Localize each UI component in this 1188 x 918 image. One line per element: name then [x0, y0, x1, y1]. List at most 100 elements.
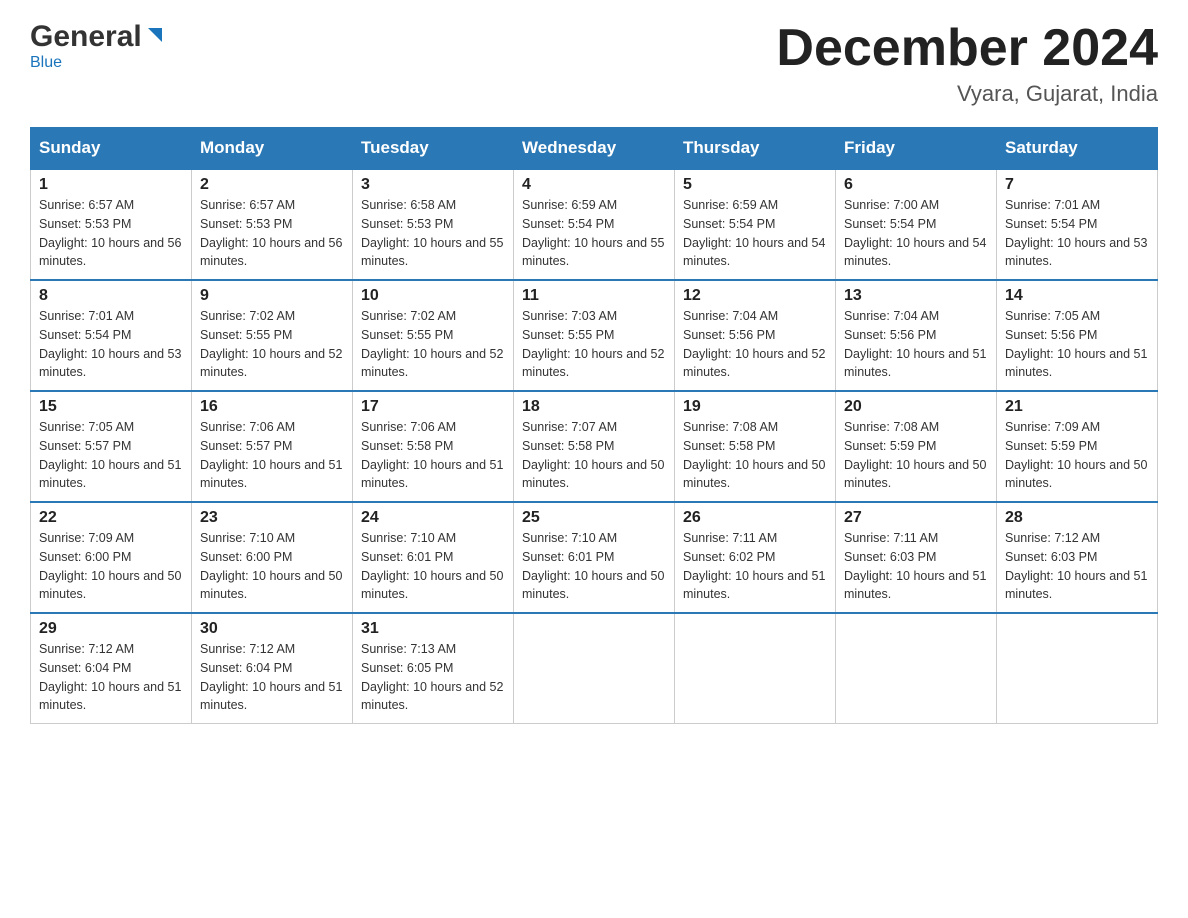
header-saturday: Saturday: [997, 128, 1158, 170]
calendar-cell: 6 Sunrise: 7:00 AMSunset: 5:54 PMDayligh…: [836, 169, 997, 280]
day-info: Sunrise: 7:02 AMSunset: 5:55 PMDaylight:…: [361, 307, 505, 382]
day-info: Sunrise: 7:04 AMSunset: 5:56 PMDaylight:…: [683, 307, 827, 382]
calendar-cell: 11 Sunrise: 7:03 AMSunset: 5:55 PMDaylig…: [514, 280, 675, 391]
calendar-cell: 17 Sunrise: 7:06 AMSunset: 5:58 PMDaylig…: [353, 391, 514, 502]
day-number: 14: [1005, 287, 1149, 305]
day-info: Sunrise: 7:04 AMSunset: 5:56 PMDaylight:…: [844, 307, 988, 382]
day-info: Sunrise: 7:12 AMSunset: 6:03 PMDaylight:…: [1005, 529, 1149, 604]
calendar-cell: 15 Sunrise: 7:05 AMSunset: 5:57 PMDaylig…: [31, 391, 192, 502]
logo-blue-text: Blue: [30, 54, 62, 71]
day-info: Sunrise: 7:07 AMSunset: 5:58 PMDaylight:…: [522, 418, 666, 493]
calendar-cell: 23 Sunrise: 7:10 AMSunset: 6:00 PMDaylig…: [192, 502, 353, 613]
calendar-cell: 20 Sunrise: 7:08 AMSunset: 5:59 PMDaylig…: [836, 391, 997, 502]
day-info: Sunrise: 6:57 AMSunset: 5:53 PMDaylight:…: [200, 196, 344, 271]
calendar-cell: 25 Sunrise: 7:10 AMSunset: 6:01 PMDaylig…: [514, 502, 675, 613]
day-number: 6: [844, 176, 988, 194]
day-info: Sunrise: 7:11 AMSunset: 6:02 PMDaylight:…: [683, 529, 827, 604]
day-number: 10: [361, 287, 505, 305]
calendar-cell: 8 Sunrise: 7:01 AMSunset: 5:54 PMDayligh…: [31, 280, 192, 391]
day-number: 20: [844, 398, 988, 416]
day-info: Sunrise: 7:13 AMSunset: 6:05 PMDaylight:…: [361, 640, 505, 715]
day-info: Sunrise: 7:06 AMSunset: 5:57 PMDaylight:…: [200, 418, 344, 493]
day-info: Sunrise: 7:01 AMSunset: 5:54 PMDaylight:…: [1005, 196, 1149, 271]
day-number: 15: [39, 398, 183, 416]
day-info: Sunrise: 7:06 AMSunset: 5:58 PMDaylight:…: [361, 418, 505, 493]
day-number: 3: [361, 176, 505, 194]
day-info: Sunrise: 7:10 AMSunset: 6:00 PMDaylight:…: [200, 529, 344, 604]
weekday-header-row: Sunday Monday Tuesday Wednesday Thursday…: [31, 128, 1158, 170]
header-friday: Friday: [836, 128, 997, 170]
calendar-cell: 10 Sunrise: 7:02 AMSunset: 5:55 PMDaylig…: [353, 280, 514, 391]
day-number: 5: [683, 176, 827, 194]
day-info: Sunrise: 7:08 AMSunset: 5:58 PMDaylight:…: [683, 418, 827, 493]
calendar-cell: 16 Sunrise: 7:06 AMSunset: 5:57 PMDaylig…: [192, 391, 353, 502]
day-number: 2: [200, 176, 344, 194]
header-monday: Monday: [192, 128, 353, 170]
calendar-cell: [675, 613, 836, 724]
page-header: General Blue December 2024 Vyara, Gujara…: [30, 20, 1158, 107]
logo-arrow-icon: [144, 20, 166, 54]
day-number: 25: [522, 509, 666, 527]
day-info: Sunrise: 7:10 AMSunset: 6:01 PMDaylight:…: [522, 529, 666, 604]
calendar-cell: 31 Sunrise: 7:13 AMSunset: 6:05 PMDaylig…: [353, 613, 514, 724]
week-row-5: 29 Sunrise: 7:12 AMSunset: 6:04 PMDaylig…: [31, 613, 1158, 724]
calendar-cell: 21 Sunrise: 7:09 AMSunset: 5:59 PMDaylig…: [997, 391, 1158, 502]
calendar-cell: 30 Sunrise: 7:12 AMSunset: 6:04 PMDaylig…: [192, 613, 353, 724]
calendar-cell: 14 Sunrise: 7:05 AMSunset: 5:56 PMDaylig…: [997, 280, 1158, 391]
day-info: Sunrise: 7:12 AMSunset: 6:04 PMDaylight:…: [39, 640, 183, 715]
calendar-cell: 13 Sunrise: 7:04 AMSunset: 5:56 PMDaylig…: [836, 280, 997, 391]
week-row-2: 8 Sunrise: 7:01 AMSunset: 5:54 PMDayligh…: [31, 280, 1158, 391]
day-info: Sunrise: 6:59 AMSunset: 5:54 PMDaylight:…: [683, 196, 827, 271]
calendar-cell: 9 Sunrise: 7:02 AMSunset: 5:55 PMDayligh…: [192, 280, 353, 391]
calendar-cell: [997, 613, 1158, 724]
day-number: 31: [361, 620, 505, 638]
location-text: Vyara, Gujarat, India: [776, 81, 1158, 107]
day-info: Sunrise: 7:11 AMSunset: 6:03 PMDaylight:…: [844, 529, 988, 604]
day-number: 28: [1005, 509, 1149, 527]
day-number: 8: [39, 287, 183, 305]
calendar-cell: [836, 613, 997, 724]
calendar-cell: 4 Sunrise: 6:59 AMSunset: 5:54 PMDayligh…: [514, 169, 675, 280]
calendar-cell: [514, 613, 675, 724]
day-number: 12: [683, 287, 827, 305]
day-number: 23: [200, 509, 344, 527]
day-number: 22: [39, 509, 183, 527]
day-number: 11: [522, 287, 666, 305]
day-number: 27: [844, 509, 988, 527]
day-number: 21: [1005, 398, 1149, 416]
day-info: Sunrise: 7:00 AMSunset: 5:54 PMDaylight:…: [844, 196, 988, 271]
week-row-4: 22 Sunrise: 7:09 AMSunset: 6:00 PMDaylig…: [31, 502, 1158, 613]
day-info: Sunrise: 7:12 AMSunset: 6:04 PMDaylight:…: [200, 640, 344, 715]
header-wednesday: Wednesday: [514, 128, 675, 170]
day-info: Sunrise: 6:57 AMSunset: 5:53 PMDaylight:…: [39, 196, 183, 271]
day-info: Sunrise: 7:01 AMSunset: 5:54 PMDaylight:…: [39, 307, 183, 382]
calendar-cell: 1 Sunrise: 6:57 AMSunset: 5:53 PMDayligh…: [31, 169, 192, 280]
calendar-cell: 19 Sunrise: 7:08 AMSunset: 5:58 PMDaylig…: [675, 391, 836, 502]
day-info: Sunrise: 7:09 AMSunset: 5:59 PMDaylight:…: [1005, 418, 1149, 493]
header-tuesday: Tuesday: [353, 128, 514, 170]
day-info: Sunrise: 7:05 AMSunset: 5:56 PMDaylight:…: [1005, 307, 1149, 382]
calendar-cell: 2 Sunrise: 6:57 AMSunset: 5:53 PMDayligh…: [192, 169, 353, 280]
day-info: Sunrise: 6:59 AMSunset: 5:54 PMDaylight:…: [522, 196, 666, 271]
header-title-block: December 2024 Vyara, Gujarat, India: [776, 20, 1158, 107]
calendar-cell: 28 Sunrise: 7:12 AMSunset: 6:03 PMDaylig…: [997, 502, 1158, 613]
day-number: 9: [200, 287, 344, 305]
day-info: Sunrise: 7:09 AMSunset: 6:00 PMDaylight:…: [39, 529, 183, 604]
calendar-cell: 18 Sunrise: 7:07 AMSunset: 5:58 PMDaylig…: [514, 391, 675, 502]
day-number: 26: [683, 509, 827, 527]
day-number: 29: [39, 620, 183, 638]
calendar-cell: 22 Sunrise: 7:09 AMSunset: 6:00 PMDaylig…: [31, 502, 192, 613]
day-info: Sunrise: 6:58 AMSunset: 5:53 PMDaylight:…: [361, 196, 505, 271]
day-info: Sunrise: 7:05 AMSunset: 5:57 PMDaylight:…: [39, 418, 183, 493]
week-row-3: 15 Sunrise: 7:05 AMSunset: 5:57 PMDaylig…: [31, 391, 1158, 502]
day-number: 1: [39, 176, 183, 194]
day-info: Sunrise: 7:02 AMSunset: 5:55 PMDaylight:…: [200, 307, 344, 382]
calendar-table: Sunday Monday Tuesday Wednesday Thursday…: [30, 127, 1158, 724]
week-row-1: 1 Sunrise: 6:57 AMSunset: 5:53 PMDayligh…: [31, 169, 1158, 280]
day-number: 19: [683, 398, 827, 416]
day-info: Sunrise: 7:08 AMSunset: 5:59 PMDaylight:…: [844, 418, 988, 493]
header-sunday: Sunday: [31, 128, 192, 170]
calendar-cell: 12 Sunrise: 7:04 AMSunset: 5:56 PMDaylig…: [675, 280, 836, 391]
day-number: 4: [522, 176, 666, 194]
day-number: 17: [361, 398, 505, 416]
